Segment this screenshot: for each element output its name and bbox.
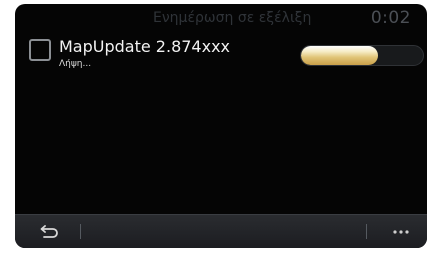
header: Ενημέρωση σε εξέλιξη 0:02 — [15, 4, 427, 34]
bottom-toolbar — [15, 214, 427, 248]
header-title: Ενημέρωση σε εξέλιξη — [153, 10, 312, 26]
update-checkbox[interactable] — [29, 39, 51, 61]
back-button[interactable] — [23, 215, 75, 248]
download-progress-bar — [300, 45, 424, 66]
toolbar-divider-left — [80, 224, 81, 239]
update-name: MapUpdate 2.874xxx — [59, 37, 231, 56]
screen: Ενημέρωση σε εξέλιξη 0:02 MapUpdate 2.87… — [15, 4, 427, 248]
more-options-button[interactable] — [381, 215, 421, 248]
toolbar-divider-right — [366, 224, 367, 239]
elapsed-time: 0:02 — [370, 8, 411, 28]
more-dots-icon — [393, 229, 409, 234]
update-status: Λήψη... — [59, 59, 92, 69]
back-arrow-icon — [40, 224, 58, 238]
update-list-item[interactable]: MapUpdate 2.874xxx Λήψη... — [29, 37, 424, 77]
download-progress-fill — [301, 46, 378, 65]
